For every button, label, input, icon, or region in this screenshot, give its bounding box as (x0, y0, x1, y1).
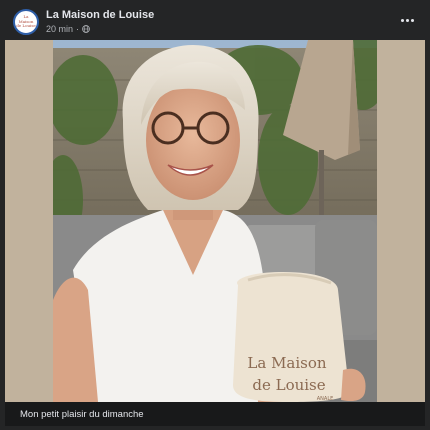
post-header: La Maison de Louise La Maison de Louise … (0, 0, 430, 40)
post-photo: La Maison de Louise ANALE (53, 40, 377, 402)
bag-text-line1: La Maison (247, 354, 326, 372)
post-meta: 20 min · (46, 24, 90, 34)
page-name-link[interactable]: La Maison de Louise (46, 9, 154, 21)
avatar-logo-text: La Maison de Louise (16, 14, 36, 29)
meta-separator: · (76, 24, 80, 34)
globe-icon (82, 25, 90, 33)
bag-text-line2: de Louise (252, 376, 325, 394)
post-timestamp[interactable]: 20 min (46, 24, 73, 34)
post-caption: Mon petit plaisir du dimanche (20, 409, 144, 420)
post-photo-frame[interactable]: La Maison de Louise ANALE (5, 40, 425, 402)
more-options-button[interactable] (398, 12, 416, 28)
post-card: La Maison de Louise La Maison de Louise … (0, 0, 430, 430)
avatar[interactable]: La Maison de Louise (13, 9, 39, 35)
more-horizontal-icon (400, 18, 404, 22)
caption-bar: Mon petit plaisir du dimanche (5, 402, 425, 426)
